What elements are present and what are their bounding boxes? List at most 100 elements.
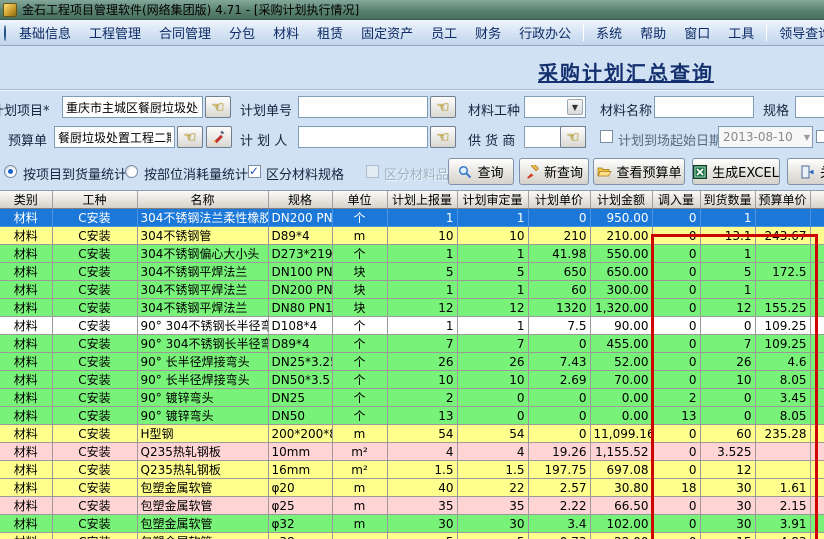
- supplier-picker-button[interactable]: ☜: [560, 126, 586, 148]
- table-cell[interactable]: 210.00: [590, 227, 652, 245]
- table-cell[interactable]: 0: [528, 335, 590, 353]
- table-cell[interactable]: 30: [387, 515, 457, 533]
- table-cell[interactable]: 0.00: [590, 389, 652, 407]
- menu-item[interactable]: 分包: [220, 20, 264, 45]
- table-row[interactable]: 材料C安装90° 镀锌弯头DN50个13000.001308.05: [0, 407, 824, 425]
- budget-edit-button[interactable]: [206, 126, 232, 148]
- table-cell[interactable]: 30: [700, 515, 755, 533]
- table-cell[interactable]: 0: [652, 425, 700, 443]
- project-picker-button[interactable]: ☜: [205, 96, 231, 118]
- table-cell[interactable]: 697.08: [590, 461, 652, 479]
- table-cell[interactable]: 4.83: [755, 533, 810, 539]
- arrival-date-checkbox[interactable]: [600, 130, 613, 143]
- table-cell[interactable]: 7.5: [528, 317, 590, 335]
- table-cell[interactable]: C安装: [52, 407, 137, 425]
- table-cell[interactable]: 7: [700, 335, 755, 353]
- table-cell[interactable]: DN25*3.25: [268, 353, 332, 371]
- table-cell[interactable]: 7: [457, 335, 528, 353]
- table-cell[interactable]: 455.00: [590, 335, 652, 353]
- table-cell[interactable]: 13.1: [700, 227, 755, 245]
- table-cell[interactable]: 4: [387, 443, 457, 461]
- table-cell[interactable]: 1: [700, 209, 755, 227]
- new-query-button[interactable]: 新查询: [519, 158, 589, 185]
- table-cell[interactable]: 材料: [0, 335, 52, 353]
- table-cell[interactable]: m: [332, 479, 387, 497]
- table-cell[interactable]: 个: [332, 407, 387, 425]
- table-cell[interactable]: C安装: [52, 425, 137, 443]
- table-cell[interactable]: 0: [652, 461, 700, 479]
- table-row[interactable]: 材料C安装304不锈钢管D89*4m1010210210.00013.1243.…: [0, 227, 824, 245]
- table-cell[interactable]: 197.75: [528, 461, 590, 479]
- table-cell[interactable]: 8.05: [755, 371, 810, 389]
- table-cell[interactable]: C安装: [52, 497, 137, 515]
- table-cell[interactable]: C安装: [52, 281, 137, 299]
- table-cell[interactable]: 12: [700, 461, 755, 479]
- table-cell[interactable]: 90° 镀锌弯头: [137, 389, 268, 407]
- table-cell[interactable]: 材料: [0, 209, 52, 227]
- table-cell[interactable]: 包塑金属软管: [137, 533, 268, 539]
- table-cell[interactable]: 0: [457, 407, 528, 425]
- table-cell[interactable]: [755, 461, 810, 479]
- table-cell[interactable]: 155.25: [755, 299, 810, 317]
- clipped-checkbox[interactable]: [816, 130, 824, 143]
- table-cell[interactable]: DN50: [268, 407, 332, 425]
- table-cell[interactable]: 10: [457, 371, 528, 389]
- table-cell[interactable]: 1: [700, 245, 755, 263]
- table-cell[interactable]: 1.5: [387, 461, 457, 479]
- table-cell[interactable]: C安装: [52, 263, 137, 281]
- table-cell[interactable]: 26: [700, 353, 755, 371]
- table-cell[interactable]: 0: [652, 515, 700, 533]
- table-cell[interactable]: 个: [332, 389, 387, 407]
- table-cell[interactable]: 102.00: [590, 515, 652, 533]
- planner-input[interactable]: [298, 126, 428, 148]
- table-cell[interactable]: 3.4: [528, 515, 590, 533]
- table-cell[interactable]: 包塑金属软管: [137, 479, 268, 497]
- table-cell[interactable]: 54: [457, 425, 528, 443]
- table-cell[interactable]: 材料: [0, 461, 52, 479]
- table-cell[interactable]: C安装: [52, 299, 137, 317]
- table-cell[interactable]: 5: [457, 533, 528, 539]
- table-cell[interactable]: C安装: [52, 209, 137, 227]
- table-row[interactable]: 材料C安装90° 304不锈钢长半径弯D89*4个770455.0007109.…: [0, 335, 824, 353]
- table-cell[interactable]: m: [332, 425, 387, 443]
- table-cell[interactable]: 550.00: [590, 245, 652, 263]
- table-row[interactable]: 材料C安装304不锈钢法兰柔性橡胶DN200 PN1.0个110950.0001: [0, 209, 824, 227]
- table-cell[interactable]: 材料: [0, 497, 52, 515]
- table-cell[interactable]: 1,155.52: [590, 443, 652, 461]
- table-row[interactable]: 材料C安装包塑金属软管φ32m30303.4102.000303.91: [0, 515, 824, 533]
- table-row[interactable]: 材料C安装90° 镀锌弯头DN25个2000.00203.45: [0, 389, 824, 407]
- table-cell[interactable]: 2.57: [528, 479, 590, 497]
- table-cell[interactable]: 0: [652, 299, 700, 317]
- table-cell[interactable]: 90° 长半径焊接弯头: [137, 353, 268, 371]
- table-cell[interactable]: 1320: [528, 299, 590, 317]
- table-cell[interactable]: 11,099.16: [590, 425, 652, 443]
- table-cell[interactable]: DN200 PN1.0: [268, 209, 332, 227]
- table-cell[interactable]: 0: [652, 227, 700, 245]
- table-cell[interactable]: 650: [528, 263, 590, 281]
- table-cell[interactable]: 19.26: [528, 443, 590, 461]
- table-cell[interactable]: 1.5: [457, 461, 528, 479]
- table-cell[interactable]: [755, 443, 810, 461]
- table-cell[interactable]: 18: [652, 479, 700, 497]
- table-cell[interactable]: [755, 245, 810, 263]
- table-cell[interactable]: 8.05: [755, 407, 810, 425]
- table-cell[interactable]: 0: [652, 497, 700, 515]
- menu-item[interactable]: 工程管理: [80, 20, 150, 45]
- table-cell[interactable]: 16mm: [268, 461, 332, 479]
- table-cell[interactable]: 13: [387, 407, 457, 425]
- table-cell[interactable]: 0: [457, 389, 528, 407]
- table-cell[interactable]: DN25: [268, 389, 332, 407]
- radio-by-part-usage[interactable]: [125, 165, 138, 178]
- table-cell[interactable]: 304不锈钢平焊法兰: [137, 299, 268, 317]
- table-cell[interactable]: m²: [332, 461, 387, 479]
- table-cell[interactable]: 26: [457, 353, 528, 371]
- table-cell[interactable]: φ20: [268, 479, 332, 497]
- table-cell[interactable]: 0: [652, 353, 700, 371]
- table-cell[interactable]: 材料: [0, 299, 52, 317]
- menu-item[interactable]: 帮助: [631, 20, 675, 45]
- table-cell[interactable]: 1: [387, 317, 457, 335]
- table-cell[interactable]: 54: [387, 425, 457, 443]
- table-cell[interactable]: 35: [457, 497, 528, 515]
- table-cell[interactable]: 0: [700, 389, 755, 407]
- table-cell[interactable]: C安装: [52, 227, 137, 245]
